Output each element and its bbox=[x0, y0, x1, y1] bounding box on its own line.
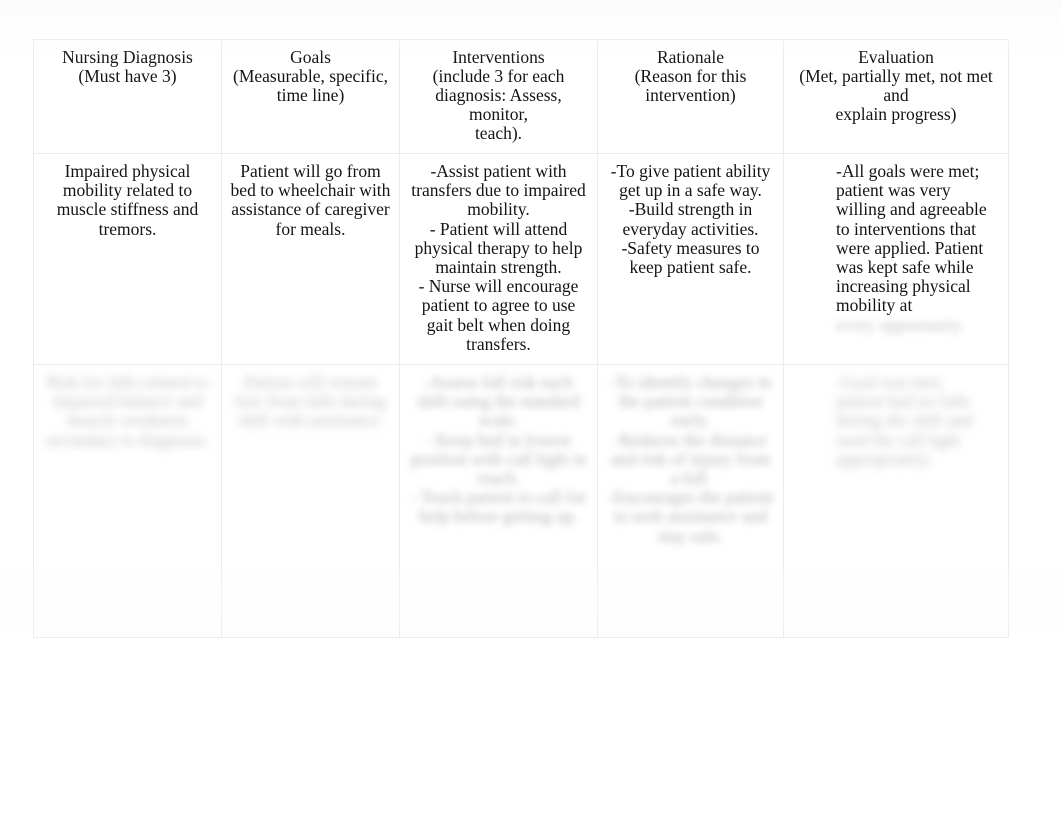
table-row-redacted: Risk for falls related to impaired balan… bbox=[33, 364, 1009, 639]
column-header-subtitle: (Measurable, specific, time line) bbox=[233, 66, 388, 105]
column-header-title: Rationale bbox=[656, 47, 725, 67]
cell-goals-redacted: Patient will remain free from falls duri… bbox=[221, 364, 400, 639]
column-header-interventions: Interventions (include 3 for each diagno… bbox=[399, 39, 598, 154]
cell-text: -All goals were met; patient was very wi… bbox=[836, 161, 987, 316]
cell-text: -Assist patient with transfers due to im… bbox=[411, 161, 586, 354]
column-header-nursing-diagnosis: Nursing Diagnosis (Must have 3) bbox=[33, 39, 222, 154]
cell-text-redacted: Patient will remain free from falls duri… bbox=[235, 372, 386, 431]
table-row: Impaired physical mobility related to mu… bbox=[33, 152, 1009, 366]
cell-rationale: -To give patient ability get up in a saf… bbox=[597, 152, 784, 366]
nursing-care-plan-table: Nursing Diagnosis (Must have 3) Goals (M… bbox=[33, 39, 1009, 639]
cell-nursing-diagnosis: Impaired physical mobility related to mu… bbox=[33, 152, 222, 366]
column-header-title: Interventions bbox=[452, 47, 545, 67]
cell-interventions: -Assist patient with transfers due to im… bbox=[399, 152, 598, 366]
table-header-row: Nursing Diagnosis (Must have 3) Goals (M… bbox=[33, 39, 1009, 154]
cell-evaluation-redacted: -Goal was met; patient had no falls duri… bbox=[783, 364, 1009, 639]
column-header-title: Nursing Diagnosis bbox=[62, 47, 193, 67]
cell-rationale-redacted: -To identify changes in the patient cond… bbox=[597, 364, 784, 639]
column-header-rationale: Rationale (Reason for this intervention) bbox=[597, 39, 784, 154]
cell-text-redacted: -To identify changes in the patient cond… bbox=[607, 372, 774, 546]
cell-goals: Patient will go from bed to wheelchair w… bbox=[221, 152, 400, 366]
column-header-subtitle: (Met, partially met, not met and explain… bbox=[799, 66, 993, 124]
column-header-subtitle: (Must have 3) bbox=[78, 66, 177, 86]
document-page: Nursing Diagnosis (Must have 3) Goals (M… bbox=[0, 0, 1062, 822]
column-header-evaluation: Evaluation (Met, partially met, not met … bbox=[783, 39, 1009, 154]
cell-text-redacted: Risk for falls related to impaired balan… bbox=[45, 372, 210, 450]
cell-nursing-diagnosis-redacted: Risk for falls related to impaired balan… bbox=[33, 364, 222, 639]
cell-text-redacted: -Assess fall risk each shift using the s… bbox=[410, 372, 587, 527]
cell-interventions-redacted: -Assess fall risk each shift using the s… bbox=[399, 364, 598, 639]
cell-text-redacted: -Goal was met; patient had no falls duri… bbox=[836, 372, 973, 469]
column-header-goals: Goals (Measurable, specific, time line) bbox=[221, 39, 400, 154]
cell-evaluation: -All goals were met; patient was very wi… bbox=[783, 152, 1009, 366]
column-header-title: Goals bbox=[290, 47, 331, 67]
cell-text: -To give patient ability get up in a saf… bbox=[610, 161, 771, 278]
column-header-title: Evaluation bbox=[858, 47, 934, 67]
column-header-subtitle: (include 3 for each diagnosis: Assess, m… bbox=[432, 66, 565, 143]
cell-text: Patient will go from bed to wheelchair w… bbox=[230, 161, 391, 239]
cell-text: Impaired physical mobility related to mu… bbox=[56, 161, 199, 239]
column-header-subtitle: (Reason for this intervention) bbox=[634, 66, 747, 105]
cell-text-redacted-tail: every opportunity. bbox=[836, 314, 965, 335]
